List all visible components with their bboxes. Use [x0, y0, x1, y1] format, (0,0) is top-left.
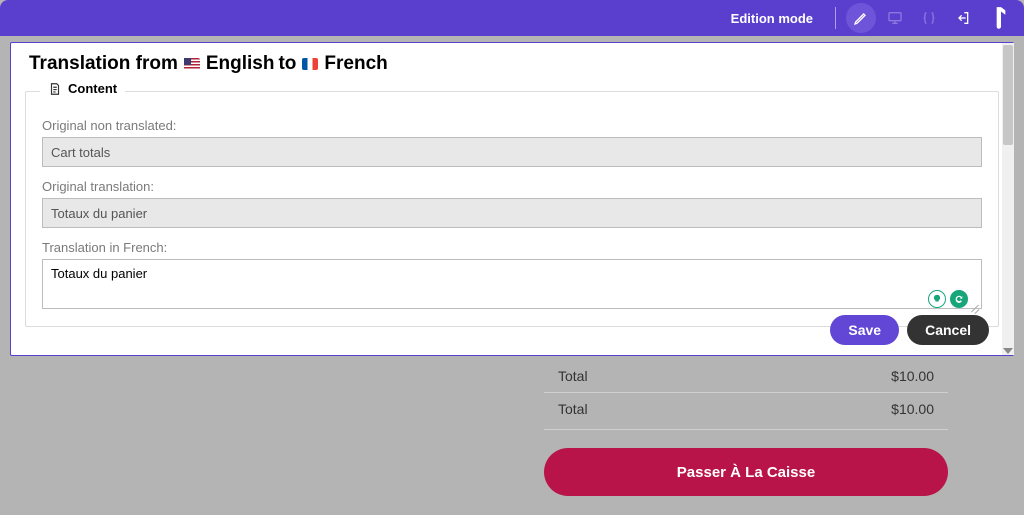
edit-label: Translation in French:: [42, 240, 982, 255]
modal-title: Translation from English to French: [11, 53, 1013, 75]
suggestion-refresh-icon[interactable]: [950, 290, 968, 308]
pencil-icon[interactable]: [846, 3, 876, 33]
translation-modal: Translation from English to French Conte…: [10, 42, 1014, 356]
orig-translation-input: [42, 198, 982, 228]
suggestion-chips: [928, 290, 968, 308]
section-label: Content: [68, 81, 117, 96]
suggestion-bulb-icon[interactable]: [928, 290, 946, 308]
row-label: Total: [558, 368, 588, 384]
title-lang-from: English: [206, 53, 275, 75]
flag-fr-icon: [302, 58, 318, 70]
scroll-down-icon[interactable]: [1003, 343, 1013, 353]
document-icon: [48, 82, 62, 96]
edit-area-wrap: [42, 259, 982, 314]
title-prefix: Translation from: [29, 53, 178, 75]
code-braces-icon[interactable]: [914, 3, 944, 33]
modal-scrollbar[interactable]: [1002, 43, 1014, 355]
edition-mode-label: Edition mode: [731, 11, 813, 26]
topbar-divider: [835, 7, 836, 29]
fieldset-legend: Content: [40, 81, 125, 96]
cart-totals-panel: Total $10.00 Total $10.00 Passer À La Ca…: [544, 360, 948, 496]
orig-translation-label: Original translation:: [42, 179, 982, 194]
save-button[interactable]: Save: [830, 315, 899, 345]
resize-handle-icon[interactable]: [970, 302, 980, 312]
row-label: Total: [558, 401, 588, 417]
checkout-button[interactable]: Passer À La Caisse: [544, 448, 948, 496]
cancel-button[interactable]: Cancel: [907, 315, 989, 345]
flag-us-icon: [184, 58, 200, 70]
exit-icon[interactable]: [948, 3, 978, 33]
original-label: Original non translated:: [42, 118, 982, 133]
monitor-icon[interactable]: [880, 3, 910, 33]
row-value: $10.00: [891, 368, 934, 384]
scrollbar-thumb[interactable]: [1003, 45, 1013, 145]
title-mid: to: [278, 53, 296, 75]
modal-actions: Save Cancel: [830, 315, 989, 345]
title-lang-to: French: [324, 53, 387, 75]
divider: [544, 429, 948, 430]
topbar: Edition mode: [0, 0, 1024, 36]
table-row: Total $10.00: [544, 392, 948, 425]
row-value: $10.00: [891, 401, 934, 417]
table-row: Total $10.00: [544, 360, 948, 392]
brand-logo-icon: [984, 1, 1018, 35]
content-fieldset: Content Original non translated: Origina…: [25, 91, 999, 327]
original-input: [42, 137, 982, 167]
translation-textarea[interactable]: [42, 259, 982, 309]
